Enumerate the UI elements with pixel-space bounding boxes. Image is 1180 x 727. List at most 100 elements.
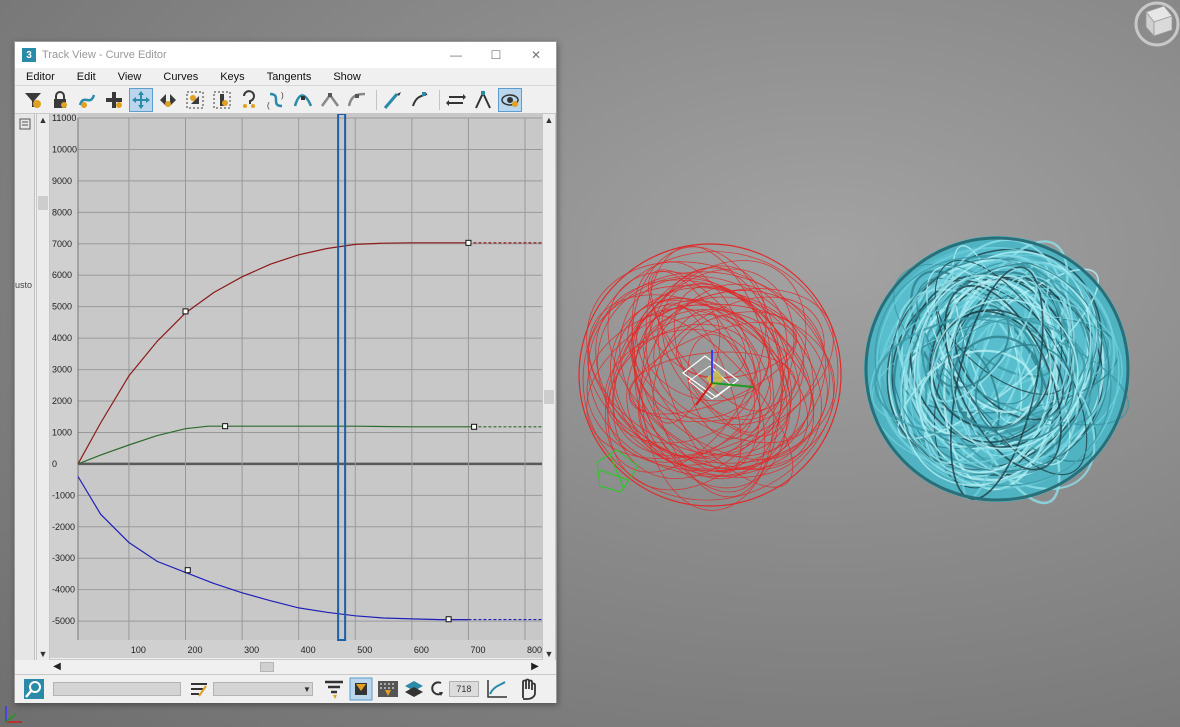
- snap-icon[interactable]: [75, 88, 99, 112]
- x-tick-label: 400: [301, 645, 316, 655]
- graph-horizontal-scrollbar[interactable]: ◀ ▶: [50, 659, 542, 673]
- filter-icon[interactable]: [21, 88, 45, 112]
- selected-object-name-field[interactable]: [53, 682, 181, 696]
- lock-selection-icon[interactable]: [48, 88, 72, 112]
- scroll-down-arrow-icon[interactable]: ▼: [543, 648, 555, 660]
- viewcube-icon[interactable]: [1134, 1, 1180, 47]
- pan-hand-icon[interactable]: [517, 678, 539, 700]
- scroll-thumb[interactable]: [260, 662, 274, 672]
- scale-values-icon[interactable]: [210, 88, 234, 112]
- tangent-spline-icon[interactable]: [318, 88, 342, 112]
- zoom-selected-icon[interactable]: [23, 678, 45, 700]
- scroll-left-arrow-icon[interactable]: ◀: [50, 660, 64, 674]
- menu-show[interactable]: Show: [322, 68, 372, 86]
- x-tick-label: 300: [244, 645, 259, 655]
- y-tick-label: 2000: [52, 396, 72, 406]
- ease-curve-icon[interactable]: (): [264, 88, 288, 112]
- show-tangents-icon[interactable]: [471, 88, 495, 112]
- hierarchy-icon[interactable]: [19, 118, 31, 130]
- reduce-keys-icon[interactable]: [408, 88, 432, 112]
- toolbar-separator: [439, 89, 440, 110]
- chevron-down-icon: ▼: [303, 684, 311, 694]
- curve-key[interactable]: [184, 567, 191, 574]
- curve-key[interactable]: [182, 308, 189, 315]
- y-tick-label: 1000: [52, 427, 72, 437]
- curve-key[interactable]: [222, 423, 229, 430]
- x-tick-label: 700: [470, 645, 485, 655]
- draw-curve-icon[interactable]: [381, 88, 405, 112]
- show-all-tangents-icon[interactable]: [349, 677, 373, 701]
- curve-key[interactable]: [471, 423, 478, 430]
- green-light-gizmo[interactable]: [596, 449, 639, 493]
- y-tick-label: 5000: [52, 302, 72, 312]
- y-tick-label: -3000: [52, 553, 75, 563]
- frame-all-icon[interactable]: [485, 678, 509, 700]
- add-key-icon[interactable]: [102, 88, 126, 112]
- app-icon: 3: [22, 48, 36, 62]
- y-tick-label: 7000: [52, 239, 72, 249]
- y-tick-label: 9000: [52, 176, 72, 186]
- curve-key[interactable]: [445, 616, 452, 623]
- slide-key-icon[interactable]: [156, 88, 180, 112]
- move-key-icon[interactable]: [129, 87, 153, 112]
- yarn-ball-sphere[interactable]: [829, 199, 1167, 536]
- y-tick-label: 6000: [52, 270, 72, 280]
- lock-tangents-icon[interactable]: [498, 87, 522, 112]
- tangent-auto-icon[interactable]: [291, 88, 315, 112]
- curve-graph[interactable]: 11000 10000 9000 8000 7000 6000 5000 4000 3000 20…: [50, 114, 542, 658]
- keyword-dropdown[interactable]: [213, 682, 313, 696]
- frame-value-field[interactable]: 718: [448, 681, 479, 697]
- svg-text:): ): [281, 91, 284, 100]
- status-bar: ▼ 718: [15, 674, 556, 703]
- parameter-curve-oot-icon[interactable]: [237, 88, 261, 112]
- menu-edit[interactable]: Edit: [66, 68, 107, 86]
- scroll-down-arrow-icon[interactable]: ▼: [37, 648, 49, 660]
- curve-key[interactable]: [465, 239, 472, 246]
- world-axis-icon: [5, 706, 22, 723]
- track-view-window[interactable]: 3 Track View - Curve Editor — ☐ ✕ Editor…: [14, 41, 557, 703]
- menu-view[interactable]: View: [107, 68, 153, 86]
- title-bar[interactable]: 3 Track View - Curve Editor — ☐ ✕: [15, 42, 556, 68]
- frame-range-icon[interactable]: [377, 678, 399, 700]
- y-tick-label: 10000: [52, 144, 77, 154]
- y-tick-label: 8000: [52, 207, 72, 217]
- breakdown-icon[interactable]: [444, 88, 468, 112]
- show-selected-key-stats-icon[interactable]: [323, 678, 345, 700]
- menu-bar: Editor Edit View Curves Keys Tangents Sh…: [15, 68, 556, 86]
- y-axis-ruler: [50, 114, 78, 658]
- scroll-up-arrow-icon[interactable]: ▲: [543, 114, 555, 126]
- menu-editor[interactable]: Editor: [15, 68, 66, 86]
- controller-label: usto: [15, 280, 33, 290]
- wire-strand: [673, 285, 792, 437]
- x-tick-label: 500: [357, 645, 372, 655]
- filter-by-name-icon[interactable]: [189, 680, 209, 698]
- y-tick-label: 11000: [52, 114, 76, 123]
- x-tick-label: 800: [527, 645, 542, 655]
- scroll-up-arrow-icon[interactable]: ▲: [37, 114, 49, 126]
- scroll-thumb[interactable]: [38, 196, 48, 210]
- tangent-fast-icon[interactable]: [345, 88, 369, 112]
- controller-vertical-scrollbar[interactable]: ▲ ▼: [36, 114, 50, 660]
- y-tick-label: 0: [52, 459, 57, 469]
- graph-vertical-scrollbar[interactable]: ▲ ▼: [542, 114, 556, 660]
- minimize-button[interactable]: —: [436, 42, 476, 68]
- sync-icon[interactable]: [429, 678, 445, 700]
- wire-strand: [626, 290, 826, 470]
- scroll-right-arrow-icon[interactable]: ▶: [528, 660, 542, 674]
- x-axis-ruler: [50, 640, 542, 658]
- close-button[interactable]: ✕: [516, 42, 556, 68]
- scale-keys-icon[interactable]: [183, 88, 207, 112]
- menu-tangents[interactable]: Tangents: [256, 68, 323, 86]
- scroll-thumb[interactable]: [544, 390, 554, 404]
- wire-outline: [578, 243, 842, 507]
- menu-keys[interactable]: Keys: [209, 68, 255, 86]
- menu-curves[interactable]: Curves: [152, 68, 209, 86]
- toolbar-separator: [376, 89, 377, 110]
- x-tick-label: 600: [414, 645, 429, 655]
- y-tick-label: -2000: [52, 522, 75, 532]
- controller-list-panel[interactable]: usto: [15, 114, 35, 660]
- layers-icon[interactable]: [403, 678, 425, 700]
- x-tick-label: 100: [131, 645, 146, 655]
- svg-text:(: (: [267, 101, 270, 110]
- maximize-button[interactable]: ☐: [476, 42, 516, 68]
